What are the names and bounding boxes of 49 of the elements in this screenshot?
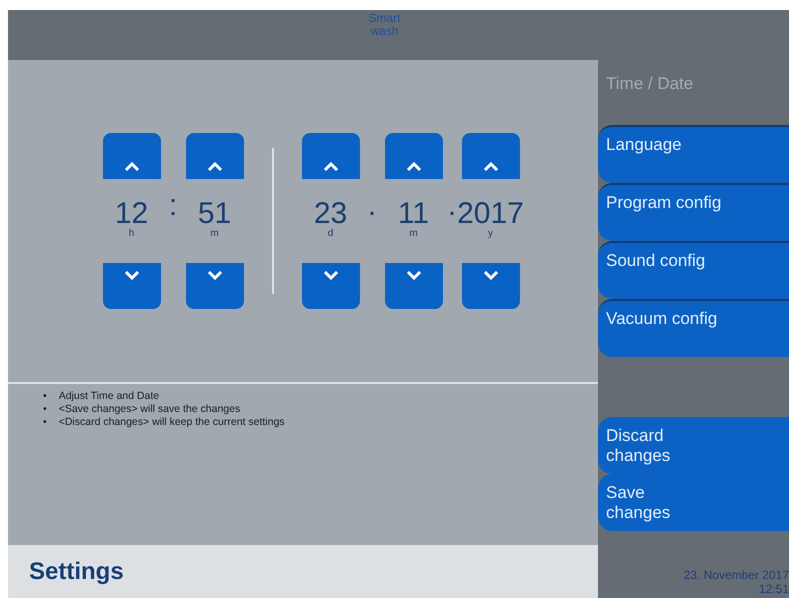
status-time: 12:51 — [758, 582, 789, 596]
menu-tab[interactable]: Language — [598, 125, 789, 183]
chevron-up-icon — [208, 162, 222, 171]
bullet: • — [43, 403, 47, 416]
separator: . — [366, 189, 378, 223]
action-button[interactable]: Save changes — [598, 474, 789, 531]
page-title: Settings — [29, 558, 124, 586]
bullet: • — [43, 390, 47, 403]
help-text: <Discard changes> will keep the current settings — [58, 416, 285, 429]
increase-button[interactable] — [186, 133, 244, 179]
increase-button[interactable] — [102, 133, 160, 179]
decrease-button[interactable] — [186, 263, 244, 309]
unit-label: h — [128, 229, 134, 239]
chevron-down-icon — [124, 271, 138, 280]
decrease-button[interactable] — [302, 263, 360, 309]
increase-button[interactable] — [462, 133, 520, 179]
field-value: 23 — [314, 199, 348, 229]
decrease-button[interactable] — [102, 263, 160, 309]
menu-tab[interactable]: Sound config — [598, 241, 789, 299]
decrease-button[interactable] — [462, 263, 520, 309]
menu-tab[interactable]: Vacuum config — [598, 299, 789, 357]
field-value: 11 — [398, 199, 430, 229]
chevron-down-icon — [324, 271, 338, 280]
status-date: 23. November 2017 — [684, 568, 789, 582]
menu-tab[interactable]: Program config — [598, 183, 789, 241]
bullet: • — [43, 416, 47, 429]
unit-label: y — [488, 229, 493, 239]
chevron-down-icon — [484, 271, 498, 280]
chevron-down-icon — [208, 271, 222, 280]
separator: : — [168, 189, 178, 223]
unit-label: m — [210, 229, 219, 239]
increase-button[interactable] — [384, 133, 442, 179]
chevron-down-icon — [406, 271, 420, 280]
unit-label: d — [328, 229, 334, 239]
separator: . — [446, 189, 458, 223]
chevron-up-icon — [124, 162, 138, 171]
increase-button[interactable] — [302, 133, 360, 179]
decrease-button[interactable] — [384, 263, 442, 309]
help-text: <Save changes> will save the changes — [58, 403, 240, 416]
help-text: Adjust Time and Date — [58, 390, 160, 403]
chevron-up-icon — [324, 162, 338, 171]
chevron-up-icon — [406, 162, 420, 171]
action-button[interactable]: Discard changes — [598, 417, 789, 474]
field-value: 2017 — [457, 199, 524, 229]
chevron-up-icon — [484, 162, 498, 171]
field-value: 51 — [198, 199, 232, 229]
unit-label: m — [409, 229, 418, 239]
field-value: 12 — [114, 199, 148, 229]
app-title: Smart wash — [367, 10, 402, 40]
